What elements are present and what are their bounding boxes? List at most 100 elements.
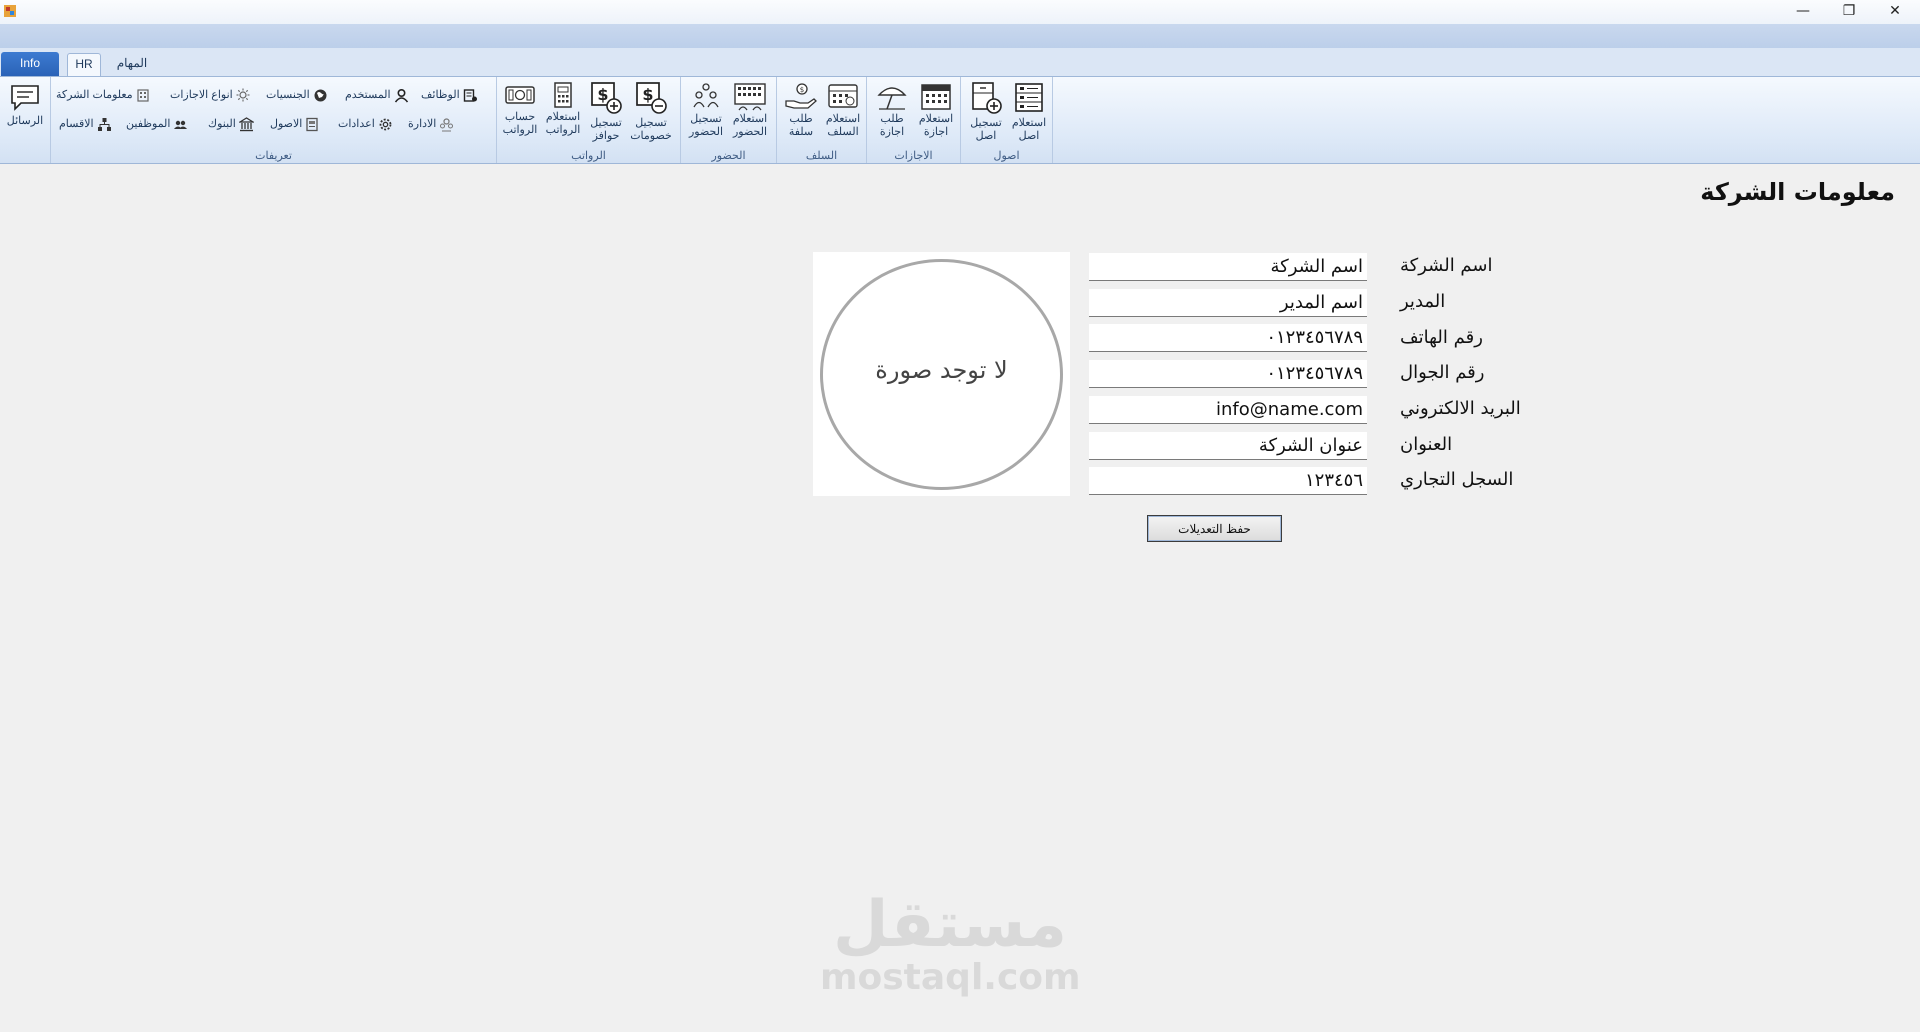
mobile-field[interactable] <box>1089 360 1367 388</box>
vacations-group: طلب اجازة استعلام اجازة الاجازات <box>866 77 960 163</box>
money-calc-icon <box>505 86 535 104</box>
asset-register-icon <box>972 82 1002 114</box>
employees-label: الموظفين <box>126 118 171 130</box>
advance-query-button[interactable]: استعلام السلف <box>822 79 864 143</box>
bank-icon <box>237 116 255 131</box>
quick-access-bar <box>0 24 1920 48</box>
banks-button[interactable]: البنوك <box>208 114 255 134</box>
commercial-register-field[interactable] <box>1089 467 1367 495</box>
user-button[interactable]: المستخدم <box>345 85 409 105</box>
nationalities-button[interactable]: الجنسيات <box>266 85 328 105</box>
save-changes-button[interactable]: حفظ التعديلات <box>1147 515 1282 542</box>
page-title: معلومات الشركة <box>1700 178 1895 206</box>
banks-label: البنوك <box>208 118 236 130</box>
salary-query-button[interactable]: استعلام الرواتب <box>542 79 584 143</box>
chat-icon <box>11 85 39 111</box>
close-button[interactable]: ✕ <box>1872 0 1918 24</box>
manager-field[interactable] <box>1089 289 1367 317</box>
email-field[interactable] <box>1089 396 1367 424</box>
vacation-types-button[interactable]: انواع الاجازات <box>170 85 250 105</box>
company-info-button[interactable]: معلومات الشركة <box>56 85 150 105</box>
watermark-latin: mostaql.com <box>820 957 1081 998</box>
advances-group: $ طلب سلفة استعلام السلف السلف <box>776 77 866 163</box>
vacations-group-label: الاجازات <box>894 150 933 162</box>
register-deduction-button[interactable]: $ تسجيل خصومات <box>630 79 672 143</box>
salaries-group-label: الرواتب <box>571 150 606 162</box>
advances-group-label: السلف <box>805 150 838 162</box>
company-info-label: معلومات الشركة <box>56 89 133 101</box>
register-bonus-button[interactable]: $ تسجيل حوافز <box>585 79 627 143</box>
sun-icon <box>236 88 250 102</box>
tab-hr[interactable]: HR <box>67 53 101 76</box>
attendance-query-icon <box>734 83 766 111</box>
ribbon: الرسائل معلومات الشركة انواع الاجازات ال… <box>0 76 1920 164</box>
assets-group-label: اصول <box>993 150 1020 162</box>
register-bonus-label: تسجيل حوافز <box>590 117 622 142</box>
salary-query-icon <box>554 82 572 108</box>
register-attendance-button[interactable]: تسجيل الحضور <box>685 79 727 143</box>
address-field[interactable] <box>1089 432 1367 460</box>
vacation-types-label: انواع الاجازات <box>170 89 233 101</box>
phone-field[interactable] <box>1089 324 1367 352</box>
beach-umbrella-icon <box>877 87 907 110</box>
calc-salaries-label: حساب الرواتب <box>502 111 538 136</box>
definitions-group: معلومات الشركة انواع الاجازات الجنسيات ا… <box>50 77 496 163</box>
gear-icon <box>379 118 392 130</box>
asset-query-icon <box>1015 83 1043 112</box>
register-asset-label: تسجيل اصل <box>970 117 1002 142</box>
attendance-query-label: استعلام الحضور <box>732 113 768 138</box>
calendar-icon <box>921 84 951 110</box>
vacation-query-button[interactable]: استعلام اجازة <box>915 79 957 143</box>
assets-group: تسجيل اصل استعلام اصل اصول <box>960 77 1053 163</box>
bonus-icon: $ <box>591 82 622 114</box>
attendance-group: تسجيل الحضور استعلام الحضور الحضور <box>680 77 776 163</box>
svg-text:$: $ <box>800 86 804 94</box>
advance-query-label: استعلام السلف <box>825 113 861 138</box>
building-icon <box>137 89 149 102</box>
settings-label: اعدادات <box>338 118 375 130</box>
employees-button[interactable]: الموظفين <box>126 114 188 134</box>
management-label: الادارة <box>408 118 437 130</box>
no-photo-text: لا توجد صورة <box>875 356 1008 384</box>
vacation-request-label: طلب اجازة <box>879 113 905 138</box>
company-logo-picture[interactable]: لا توجد صورة <box>813 252 1070 496</box>
app-icon <box>4 5 16 17</box>
assets-icon <box>306 117 319 131</box>
svg-text:$: $ <box>597 85 608 104</box>
commercial-register-label: السجل التجاري <box>1400 469 1514 490</box>
minimize-button[interactable]: — <box>1780 0 1826 24</box>
restore-button[interactable]: ❐ <box>1826 0 1872 24</box>
calc-salaries-button[interactable]: حساب الرواتب <box>499 79 541 143</box>
globe-icon <box>314 89 327 102</box>
tab-tasks[interactable]: المهام <box>108 53 156 76</box>
jobs-label: الوظائف <box>421 89 460 101</box>
attendance-query-button[interactable]: استعلام الحضور <box>729 79 771 143</box>
asset-query-button[interactable]: استعلام اصل <box>1008 79 1050 143</box>
nationalities-label: الجنسيات <box>266 89 310 101</box>
messages-button[interactable]: الرسائل <box>3 81 47 145</box>
register-deduction-label: تسجيل خصومات <box>630 117 672 142</box>
departments-label: الاقسام <box>59 118 94 130</box>
advance-query-icon <box>828 84 858 108</box>
svg-text:$: $ <box>642 85 653 104</box>
management-icon <box>440 117 454 132</box>
email-label: البريد الالكتروني <box>1400 398 1521 419</box>
watermark: مستقل mostaql.com <box>820 890 1081 998</box>
advance-request-label: طلب سلفة <box>788 113 814 138</box>
jobs-button[interactable]: الوظائف <box>421 85 478 105</box>
company-name-field[interactable] <box>1089 253 1367 281</box>
vacation-request-button[interactable]: طلب اجازة <box>871 79 913 143</box>
advance-request-icon: $ <box>785 83 817 109</box>
attendance-register-icon <box>693 83 719 108</box>
messages-label: الرسائل <box>6 115 44 127</box>
user-label: المستخدم <box>345 89 391 101</box>
assets-def-button[interactable]: الاصول <box>270 114 320 134</box>
departments-button[interactable]: الاقسام <box>59 114 112 134</box>
register-attendance-label: تسجيل الحضور <box>688 113 724 138</box>
settings-button[interactable]: اعدادات <box>338 114 393 134</box>
management-button[interactable]: الادارة <box>408 114 454 134</box>
register-asset-button[interactable]: تسجيل اصل <box>965 79 1007 143</box>
tab-info[interactable]: Info <box>1 52 59 76</box>
advance-request-button[interactable]: $ طلب سلفة <box>780 79 822 143</box>
asset-query-label: استعلام اصل <box>1011 117 1047 142</box>
